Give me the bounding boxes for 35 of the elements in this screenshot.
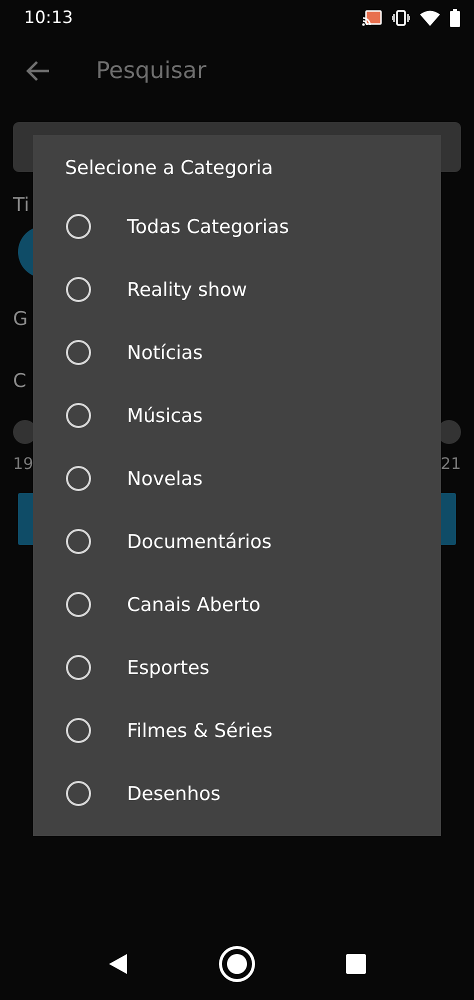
radio-button[interactable]	[66, 655, 91, 680]
category-label: C	[13, 370, 26, 392]
category-option[interactable]: Músicas	[33, 384, 441, 447]
radio-button[interactable]	[66, 214, 91, 239]
category-option[interactable]: Reality show	[33, 258, 441, 321]
genre-label: G	[13, 308, 28, 330]
battery-icon	[450, 9, 460, 27]
radio-button[interactable]	[66, 592, 91, 617]
radio-button[interactable]	[66, 529, 91, 554]
status-time: 10:13	[24, 8, 73, 28]
back-icon[interactable]	[108, 953, 128, 975]
page-title: Pesquisar	[96, 58, 206, 84]
home-icon[interactable]	[218, 945, 256, 983]
category-option[interactable]: Desenhos	[33, 762, 441, 825]
radio-button[interactable]	[66, 340, 91, 365]
radio-button[interactable]	[66, 403, 91, 428]
category-option[interactable]: Documentários	[33, 510, 441, 573]
dialog-title: Selecione a Categoria	[64, 157, 274, 181]
category-option[interactable]: Notícias	[33, 321, 441, 384]
wifi-icon	[420, 10, 440, 26]
radio-button[interactable]	[66, 718, 91, 743]
radio-button[interactable]	[66, 277, 91, 302]
radio-button[interactable]	[66, 781, 91, 806]
vibrate-icon	[392, 10, 410, 26]
year-end: 21	[440, 454, 461, 473]
category-option[interactable]: Esportes	[33, 636, 441, 699]
year-start: 19	[13, 454, 34, 473]
category-option[interactable]: Canais Aberto	[33, 573, 441, 636]
category-option[interactable]: Todas Categorias	[33, 195, 441, 258]
back-arrow-icon[interactable]	[26, 60, 50, 82]
category-option[interactable]: Filmes & Séries	[33, 699, 441, 762]
cast-icon	[362, 10, 382, 26]
category-option[interactable]: Novelas	[33, 447, 441, 510]
radio-button[interactable]	[66, 466, 91, 491]
type-label: Ti	[13, 194, 30, 216]
